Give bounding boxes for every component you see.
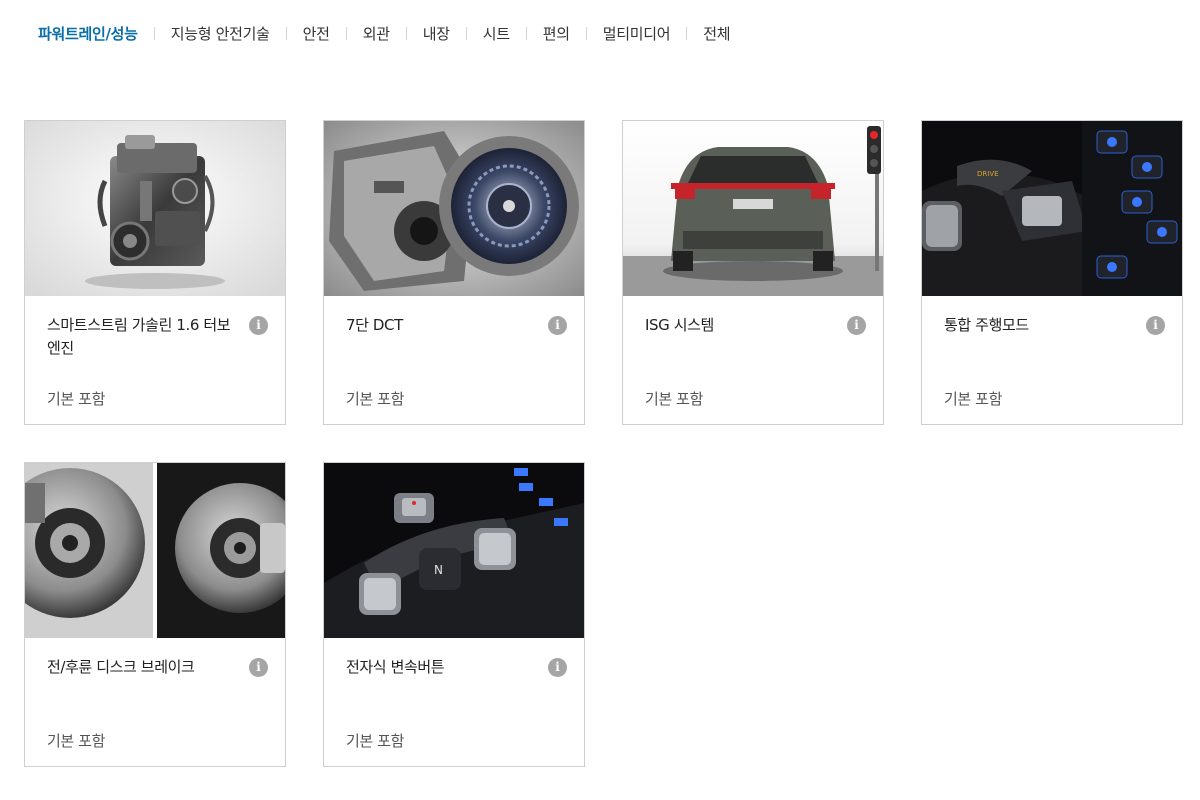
feature-card-isg[interactable]: ISG 시스템 i 기본 포함 bbox=[622, 120, 884, 425]
tab-divider bbox=[285, 26, 287, 40]
tab-seats[interactable]: 시트 bbox=[483, 23, 510, 44]
category-tabs: 파워트레인/성능 지능형 안전기술 안전 외관 내장 시트 편의 멀티미디어 전… bbox=[38, 22, 731, 44]
tab-divider bbox=[153, 26, 155, 40]
card-status: 기본 포함 bbox=[944, 390, 1002, 408]
tab-divider bbox=[345, 26, 347, 40]
info-icon[interactable]: i bbox=[249, 316, 268, 335]
tab-divider bbox=[405, 26, 407, 40]
card-status: 기본 포함 bbox=[346, 390, 404, 408]
feature-card-drive-mode[interactable]: DRIVE 통합 주행모드 i 기본 포함 bbox=[921, 120, 1183, 425]
card-status: 기본 포함 bbox=[47, 732, 105, 750]
car-rear-image bbox=[623, 121, 883, 296]
tab-divider bbox=[525, 26, 527, 40]
info-icon[interactable]: i bbox=[548, 316, 567, 335]
card-title: 스마트스트림 가솔린 1.6 터보 엔진 bbox=[47, 316, 231, 357]
svg-text:DRIVE: DRIVE bbox=[977, 170, 999, 178]
info-icon[interactable]: i bbox=[548, 658, 567, 677]
feature-card-shift-buttons[interactable]: N 전자식 변속버튼 i 기본 포함 bbox=[323, 462, 585, 767]
card-title: 7단 DCT bbox=[346, 316, 403, 334]
tab-multimedia[interactable]: 멀티미디어 bbox=[603, 23, 671, 44]
tab-divider bbox=[686, 26, 688, 40]
disc-brakes-image bbox=[25, 463, 285, 638]
feature-card-engine[interactable]: 스마트스트림 가솔린 1.6 터보 엔진 i 기본 포함 bbox=[24, 120, 286, 425]
card-status: 기본 포함 bbox=[47, 390, 105, 408]
tab-exterior[interactable]: 외관 bbox=[363, 23, 390, 44]
tab-powertrain[interactable]: 파워트레인/성능 bbox=[38, 23, 138, 44]
tab-all[interactable]: 전체 bbox=[703, 23, 730, 44]
feature-card-disc-brakes[interactable]: 전/후륜 디스크 브레이크 i 기본 포함 bbox=[24, 462, 286, 767]
tab-divider bbox=[465, 26, 467, 40]
drive-mode-console-image: DRIVE bbox=[922, 121, 1182, 296]
card-title: 전자식 변속버튼 bbox=[346, 658, 445, 676]
tab-divider bbox=[585, 26, 587, 40]
info-icon[interactable]: i bbox=[1146, 316, 1165, 335]
tab-smart-safety[interactable]: 지능형 안전기술 bbox=[171, 23, 270, 44]
svg-text:N: N bbox=[434, 563, 443, 577]
card-title: 전/후륜 디스크 브레이크 bbox=[47, 658, 195, 676]
engine-image bbox=[25, 121, 285, 296]
card-status: 기본 포함 bbox=[346, 732, 404, 750]
tab-interior[interactable]: 내장 bbox=[423, 23, 450, 44]
tab-safety[interactable]: 안전 bbox=[303, 23, 330, 44]
info-icon[interactable]: i bbox=[847, 316, 866, 335]
card-title: 통합 주행모드 bbox=[944, 316, 1029, 334]
info-icon[interactable]: i bbox=[249, 658, 268, 677]
feature-card-dct[interactable]: 7단 DCT i 기본 포함 bbox=[323, 120, 585, 425]
card-status: 기본 포함 bbox=[645, 390, 703, 408]
transmission-image bbox=[324, 121, 584, 296]
shift-buttons-image: N bbox=[324, 463, 584, 638]
tab-convenience[interactable]: 편의 bbox=[543, 23, 570, 44]
card-title: ISG 시스템 bbox=[645, 316, 714, 334]
